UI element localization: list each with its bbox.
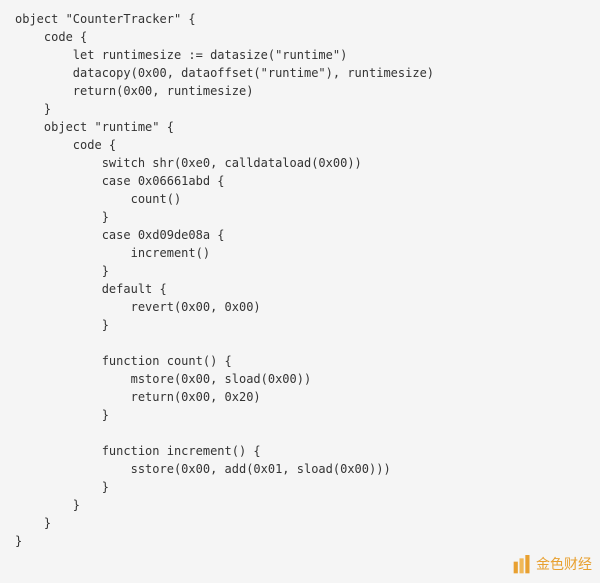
watermark: 金色财经 xyxy=(512,554,592,575)
code-block: object "CounterTracker" { code { let run… xyxy=(0,0,600,560)
watermark-label: 金色财经 xyxy=(536,554,592,575)
logo-icon xyxy=(512,555,532,575)
